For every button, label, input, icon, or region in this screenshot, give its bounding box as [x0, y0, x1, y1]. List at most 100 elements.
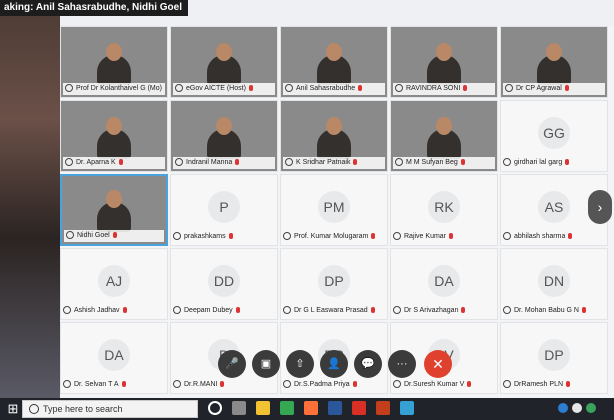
- participant-tile[interactable]: DN Dr. Mohan Babu G N: [500, 248, 608, 320]
- pin-icon[interactable]: [393, 380, 401, 389]
- file-explorer-icon[interactable]: [256, 401, 270, 415]
- participant-name: Nidhi Goel: [77, 232, 110, 239]
- participants-button[interactable]: 👤: [320, 350, 348, 378]
- participant-tile[interactable]: DD Deepam Dubey: [170, 248, 278, 320]
- participant-tile[interactable]: M M Sufyan Beg: [390, 100, 498, 172]
- chat-button[interactable]: 💬: [354, 350, 382, 378]
- pin-icon[interactable]: [285, 84, 293, 93]
- pin-icon[interactable]: [505, 84, 513, 93]
- muted-mic-icon: [352, 381, 357, 388]
- pin-icon[interactable]: [63, 380, 71, 389]
- more-button[interactable]: ···: [388, 350, 416, 378]
- task-view-icon[interactable]: [232, 401, 246, 415]
- chrome-icon[interactable]: [280, 401, 294, 415]
- acrobat-icon[interactable]: [352, 401, 366, 415]
- avatar: GG: [538, 117, 570, 149]
- pin-icon[interactable]: [175, 158, 183, 167]
- participant-nameplate: Dr. Selvan T A: [63, 379, 165, 391]
- pin-icon[interactable]: [283, 380, 291, 389]
- participant-nameplate: Rajive Kumar: [393, 231, 495, 243]
- participant-tile[interactable]: RAVINDRA SONI: [390, 26, 498, 98]
- pin-icon[interactable]: [173, 306, 181, 315]
- participant-tile[interactable]: PM Prof. Kumar Molugaram: [280, 174, 388, 246]
- participant-tile[interactable]: K Sridhar Patnaik: [280, 100, 388, 172]
- pin-icon[interactable]: [503, 232, 511, 241]
- pin-icon[interactable]: [283, 306, 291, 315]
- pin-icon[interactable]: [66, 231, 74, 240]
- muted-mic-icon: [449, 233, 454, 240]
- muted-mic-icon: [121, 381, 126, 388]
- muted-mic-icon: [235, 307, 240, 314]
- pin-icon[interactable]: [173, 232, 181, 241]
- pin-icon[interactable]: [395, 158, 403, 167]
- participant-tile[interactable]: RK Rajive Kumar: [390, 174, 498, 246]
- participant-tile[interactable]: GG girdhari lal garg: [500, 100, 608, 172]
- pin-icon[interactable]: [503, 158, 511, 167]
- leave-button[interactable]: ✕: [424, 350, 452, 378]
- pin-icon[interactable]: [175, 84, 183, 93]
- pin-icon[interactable]: [393, 232, 401, 241]
- muted-mic-icon: [358, 85, 363, 92]
- participant-nameplate: prakashkams: [173, 231, 275, 243]
- participant-name: Dr S Arivazhagan: [404, 307, 459, 314]
- pin-icon[interactable]: [503, 306, 511, 315]
- word-icon[interactable]: [328, 401, 342, 415]
- participant-tile[interactable]: eGov AICTE (Host): [170, 26, 278, 98]
- participant-tile[interactable]: Indranil Manna: [170, 100, 278, 172]
- pin-icon[interactable]: [63, 306, 71, 315]
- firefox-icon[interactable]: [304, 401, 318, 415]
- participant-nameplate: Deepam Dubey: [173, 305, 275, 317]
- participant-name: Dr.S.Padma Priya: [294, 381, 350, 388]
- participant-name: prakashkams: [184, 233, 226, 240]
- participant-name: Ashish Jadhav: [74, 307, 120, 314]
- search-icon: [29, 404, 39, 414]
- participant-nameplate: Prof Dr Kolanthaivel G (Mo): [63, 83, 165, 95]
- pin-icon[interactable]: [283, 232, 291, 241]
- avatar: DA: [98, 339, 130, 371]
- system-tray[interactable]: [556, 401, 608, 417]
- participant-tile[interactable]: Anil Sahasrabudhe: [280, 26, 388, 98]
- participant-nameplate: Indranil Manna: [173, 157, 275, 169]
- participant-tile[interactable]: Pprakashkams: [170, 174, 278, 246]
- pin-icon[interactable]: [65, 158, 73, 167]
- participant-name: Dr G L Easwara Prasad: [294, 307, 368, 314]
- pin-icon[interactable]: [393, 306, 401, 315]
- participant-tile[interactable]: Nidhi Goel: [60, 174, 168, 246]
- participant-video-head: [546, 43, 562, 61]
- pin-icon[interactable]: [65, 84, 73, 93]
- pin-icon[interactable]: [285, 158, 293, 167]
- taskbar-search[interactable]: Type here to search: [22, 400, 198, 418]
- participant-tile[interactable]: DP Dr G L Easwara Prasad: [280, 248, 388, 320]
- participant-name: Indranil Manna: [186, 159, 233, 166]
- participant-tile[interactable]: Dr CP Agrawal: [500, 26, 608, 98]
- participant-tile[interactable]: DA Dr. Selvan T A: [60, 322, 168, 394]
- muted-mic-icon: [566, 381, 571, 388]
- pin-icon[interactable]: [395, 84, 403, 93]
- participant-nameplate: RAVINDRA SONI: [393, 83, 495, 95]
- participant-tile[interactable]: DA Dr S Arivazhagan: [390, 248, 498, 320]
- participant-name: RAVINDRA SONI: [406, 85, 461, 92]
- pin-icon[interactable]: [503, 380, 511, 389]
- mute-button[interactable]: 🎤: [218, 350, 246, 378]
- muted-mic-icon: [370, 307, 375, 314]
- participant-nameplate: abhilash sharma: [503, 231, 605, 243]
- participant-name: Rajive Kumar: [404, 233, 447, 240]
- share-button[interactable]: ⇧: [286, 350, 314, 378]
- powerpoint-icon[interactable]: [376, 401, 390, 415]
- webex-icon[interactable]: [400, 401, 414, 415]
- pin-icon[interactable]: [173, 380, 181, 389]
- muted-mic-icon: [248, 85, 253, 92]
- participant-tile[interactable]: AJ Ashish Jadhav: [60, 248, 168, 320]
- participant-tile[interactable]: Prof Dr Kolanthaivel G (Mo): [60, 26, 168, 98]
- more-icon: ···: [396, 358, 408, 370]
- participant-name: abhilash sharma: [514, 233, 566, 240]
- next-page-button[interactable]: ›: [588, 190, 612, 224]
- video-button[interactable]: ▣: [252, 350, 280, 378]
- participant-tile[interactable]: Dr. Aparna K: [60, 100, 168, 172]
- camera-icon: ▣: [260, 358, 272, 370]
- cortana-icon[interactable]: [208, 401, 222, 415]
- participant-name: M M Sufyan Beg: [406, 159, 458, 166]
- start-button[interactable]: ⊞: [4, 400, 22, 418]
- participant-tile[interactable]: DP DrRamesh PLN: [500, 322, 608, 394]
- avatar: AS: [538, 191, 570, 223]
